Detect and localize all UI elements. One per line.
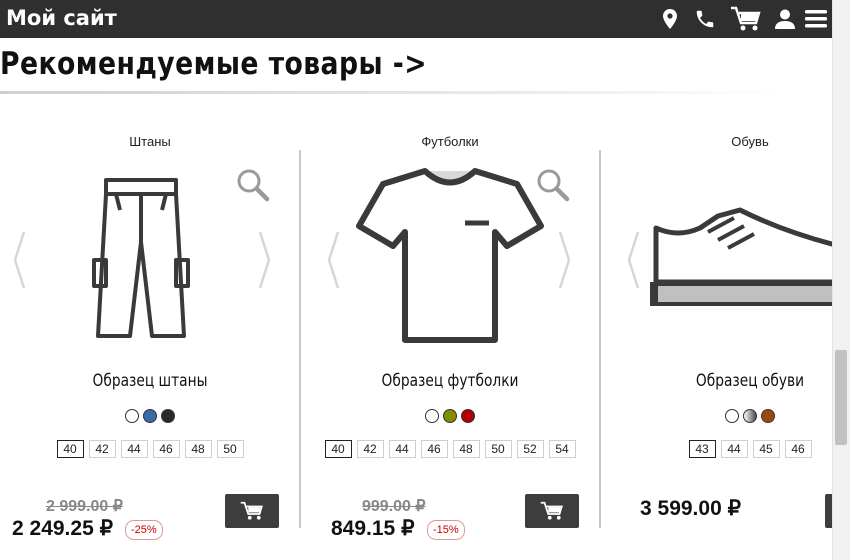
color-swatch[interactable] [443, 409, 457, 423]
discount-badge: -15% [427, 520, 465, 540]
size-option[interactable]: 52 [516, 440, 544, 458]
location-icon[interactable] [660, 0, 680, 38]
product-category: Футболки [421, 134, 479, 149]
zoom-icon[interactable] [236, 168, 270, 202]
add-to-cart-button[interactable] [225, 494, 279, 528]
size-option[interactable]: 44 [720, 440, 748, 458]
product-name[interactable]: Образец футболки [315, 371, 585, 391]
chevron-left-icon[interactable] [626, 230, 640, 290]
cart-icon[interactable] [729, 0, 763, 38]
product-category: Обувь [731, 134, 769, 149]
product-name[interactable]: Образец обуви [615, 371, 832, 391]
product-card: Обувь Образец обуви 43 44 45 46 3 599.00… [600, 120, 832, 560]
add-to-cart-button[interactable] [825, 494, 832, 528]
color-swatch[interactable] [461, 409, 475, 423]
chevron-left-icon[interactable] [326, 230, 340, 290]
top-navbar: Мой сайт [0, 0, 832, 38]
section-underline [0, 91, 780, 94]
size-options: 40 42 44 46 48 50 52 54 [300, 440, 600, 458]
size-option[interactable]: 40 [324, 440, 352, 458]
chevron-left-icon[interactable] [12, 230, 26, 290]
chevron-right-icon[interactable] [258, 230, 272, 290]
color-swatch[interactable] [425, 409, 439, 423]
size-option[interactable]: 43 [688, 440, 716, 458]
size-option[interactable]: 48 [452, 440, 480, 458]
add-to-cart-button[interactable] [525, 494, 579, 528]
product-card: Штаны Образец штаны 40 42 44 46 48 50 2 … [0, 120, 300, 560]
size-options: 40 42 44 46 48 50 [0, 440, 300, 458]
color-swatch[interactable] [743, 409, 757, 423]
cart-icon [240, 501, 263, 520]
color-swatch[interactable] [161, 409, 175, 423]
size-option[interactable]: 46 [420, 440, 448, 458]
scrollbar-track[interactable] [832, 0, 850, 560]
phone-icon[interactable] [693, 0, 717, 38]
product-name[interactable]: Образец штаны [15, 371, 285, 391]
color-swatch[interactable] [143, 409, 157, 423]
price: 2 249.25 ₽ [12, 517, 113, 540]
color-swatches [300, 409, 600, 423]
size-option[interactable]: 50 [216, 440, 244, 458]
chevron-right-icon[interactable] [558, 230, 572, 290]
old-price: 999.00 ₽ [362, 498, 426, 515]
shoe-image[interactable] [648, 204, 832, 314]
old-price: 2 999.00 ₽ [46, 498, 123, 515]
scrollbar-thumb[interactable] [835, 350, 847, 445]
section-title[interactable]: Рекомендуемые товары -> [0, 46, 427, 82]
menu-icon[interactable] [804, 0, 828, 38]
pants-image[interactable] [90, 176, 192, 340]
color-swatches [0, 409, 300, 423]
size-option[interactable]: 46 [152, 440, 180, 458]
size-option[interactable]: 54 [548, 440, 576, 458]
color-swatch[interactable] [761, 409, 775, 423]
cart-icon [540, 501, 563, 520]
discount-badge: -25% [125, 520, 163, 540]
size-option[interactable]: 44 [388, 440, 416, 458]
size-option[interactable]: 45 [752, 440, 780, 458]
color-swatch[interactable] [125, 409, 139, 423]
size-option[interactable]: 44 [120, 440, 148, 458]
size-option[interactable]: 40 [56, 440, 84, 458]
price: 849.15 ₽ [331, 517, 415, 540]
product-card: Футболки Образец футболки 40 42 44 46 48… [300, 120, 600, 560]
size-option[interactable]: 48 [184, 440, 212, 458]
site-title[interactable]: Мой сайт [6, 6, 117, 30]
color-swatch[interactable] [725, 409, 739, 423]
user-icon[interactable] [774, 0, 796, 38]
size-option[interactable]: 46 [784, 440, 812, 458]
tshirt-image[interactable] [355, 166, 545, 344]
price: 3 599.00 ₽ [640, 497, 741, 520]
size-option[interactable]: 50 [484, 440, 512, 458]
size-option[interactable]: 42 [356, 440, 384, 458]
product-category: Штаны [129, 134, 171, 149]
color-swatches [600, 409, 832, 423]
size-option[interactable]: 42 [88, 440, 116, 458]
size-options: 43 44 45 46 [600, 440, 832, 458]
